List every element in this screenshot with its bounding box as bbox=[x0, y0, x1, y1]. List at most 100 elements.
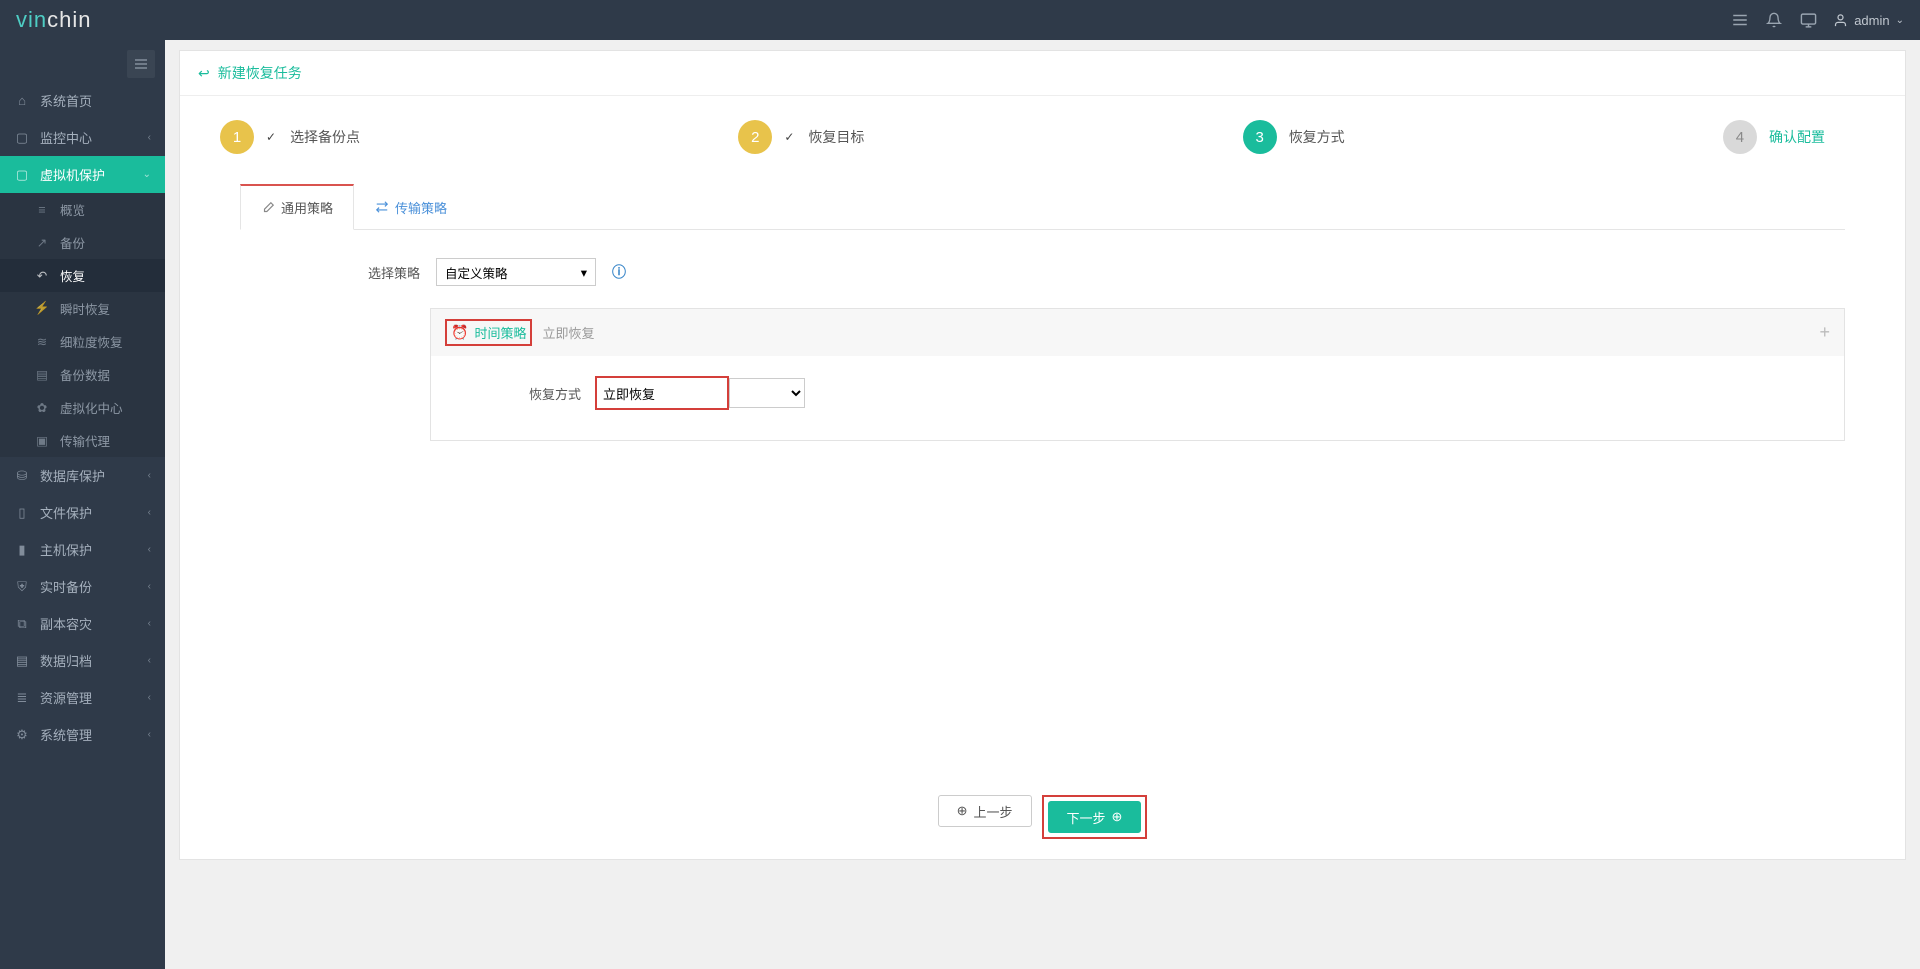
nav-home[interactable]: ⌂系统首页 bbox=[0, 82, 165, 119]
nav-virtcenter[interactable]: ✿虚拟化中心 bbox=[0, 391, 165, 424]
nav-label: 恢复 bbox=[60, 266, 85, 285]
database-icon: ▤ bbox=[34, 367, 50, 382]
shield-icon: ⛨ bbox=[14, 579, 30, 595]
nav-label: 虚拟化中心 bbox=[60, 398, 123, 417]
nav-label: 概览 bbox=[60, 200, 85, 219]
step-label: 恢复目标 bbox=[808, 127, 864, 147]
next-button[interactable]: 下一步 ⊕ bbox=[1048, 801, 1142, 833]
nav-restore[interactable]: ↶ 恢复 bbox=[0, 259, 165, 292]
button-label: 下一步 bbox=[1067, 808, 1106, 827]
logo-part2: chin bbox=[47, 7, 91, 32]
arrow-left-icon: ⊕ bbox=[957, 803, 968, 819]
plus-icon[interactable]: + bbox=[1819, 322, 1830, 343]
policy-tabs: 通用策略 传输策略 bbox=[240, 184, 1845, 230]
nav-archive[interactable]: ▤数据归档‹ bbox=[0, 642, 165, 679]
time-policy-panel: ⏰ 时间策略 立即恢复 + 恢复方式 bbox=[430, 308, 1845, 441]
arrow-right-icon: ⊕ bbox=[1112, 809, 1123, 825]
main-panel: ↩ 新建恢复任务 1 ✓ 选择备份点 2 ✓ 恢复目标 3 恢复方式 bbox=[179, 50, 1906, 860]
label-select-policy: 选择策略 bbox=[360, 263, 420, 282]
chevron-left-icon: ‹ bbox=[148, 729, 151, 740]
clock-icon: ⏰ bbox=[451, 324, 468, 341]
nav-resource[interactable]: ≣资源管理‹ bbox=[0, 679, 165, 716]
nav-label: 主机保护 bbox=[40, 540, 92, 559]
reply-icon: ↩ bbox=[198, 65, 210, 82]
panel-title: ↩ 新建恢复任务 bbox=[180, 51, 1905, 96]
topbar: vinchin admin ⌄ bbox=[0, 0, 1920, 40]
select-policy[interactable]: 自定义策略 ▾ bbox=[436, 258, 596, 286]
undo-icon: ↶ bbox=[34, 268, 50, 283]
nav-label: 资源管理 bbox=[40, 688, 92, 707]
nav-dbprotect[interactable]: ⛁数据库保护‹ bbox=[0, 457, 165, 494]
list-icon[interactable] bbox=[1731, 11, 1749, 29]
accordion-header[interactable]: ⏰ 时间策略 立即恢复 + bbox=[431, 309, 1844, 356]
row-select-policy: 选择策略 自定义策略 ▾ ⓘ bbox=[360, 258, 1845, 286]
step-4[interactable]: 4 确认配置 bbox=[1723, 120, 1825, 154]
restore-method-select[interactable] bbox=[729, 378, 805, 408]
chevron-down-icon: ⌄ bbox=[143, 169, 151, 180]
chevron-down-icon: ⌄ bbox=[1896, 15, 1904, 26]
time-policy-title: 时间策略 bbox=[474, 323, 526, 342]
nav-overview[interactable]: ≡概览 bbox=[0, 193, 165, 226]
edit-icon bbox=[261, 201, 275, 215]
stack-icon: ≣ bbox=[14, 690, 30, 706]
nav-label: 监控中心 bbox=[40, 128, 92, 147]
chevron-left-icon: ‹ bbox=[148, 544, 151, 555]
label-restore-method: 恢复方式 bbox=[451, 384, 581, 403]
nav-granular[interactable]: ≋细粒度恢复 bbox=[0, 325, 165, 358]
nav-system[interactable]: ⚙ 系统管理 ‹ bbox=[0, 716, 165, 753]
step-number: 1 bbox=[220, 120, 254, 154]
nav-instant[interactable]: ⚡瞬时恢复 bbox=[0, 292, 165, 325]
tab-label: 通用策略 bbox=[281, 198, 333, 217]
nav-fileprotect[interactable]: ▯ 文件保护 ‹ bbox=[0, 494, 165, 531]
nav-label: 实时备份 bbox=[40, 577, 92, 596]
logo-part1: vin bbox=[16, 7, 47, 32]
sidebar: ⌂系统首页 ▢ 监控中心 ‹ ▢ 虚拟机保护 ⌄ ≡概览 ↗备份 ↶ 恢复 ⚡瞬时恢复 ≋… bbox=[0, 40, 165, 969]
monitor-icon[interactable] bbox=[1799, 11, 1817, 29]
nav-label: 文件保护 bbox=[40, 503, 92, 522]
step-number: 4 bbox=[1723, 120, 1757, 154]
chevron-left-icon: ‹ bbox=[148, 507, 151, 518]
info-icon[interactable]: ⓘ bbox=[612, 262, 626, 282]
nav-label: 细粒度恢复 bbox=[60, 332, 123, 351]
step-2[interactable]: 2 ✓ 恢复目标 bbox=[738, 120, 864, 154]
nav-label: 虚拟机保护 bbox=[40, 165, 105, 184]
wizard-footer: ⊕ 上一步 下一步 ⊕ bbox=[180, 771, 1905, 859]
check-icon: ✓ bbox=[266, 130, 276, 144]
tab-general[interactable]: 通用策略 bbox=[240, 184, 354, 230]
bolt-icon: ⚡ bbox=[34, 301, 50, 316]
caret-down-icon: ▾ bbox=[581, 265, 587, 280]
user-icon bbox=[1833, 13, 1848, 28]
nav-vmprotect[interactable]: ▢ 虚拟机保护 ⌄ bbox=[0, 156, 165, 193]
page-title-text: 新建恢复任务 bbox=[218, 63, 302, 83]
highlight-time-policy: ⏰ 时间策略 bbox=[445, 319, 532, 346]
tab-transfer[interactable]: 传输策略 bbox=[354, 184, 468, 230]
nav-replica[interactable]: ⧉副本容灾‹ bbox=[0, 605, 165, 642]
nav-realtime[interactable]: ⛨ 实时备份 ‹ bbox=[0, 568, 165, 605]
nav-transagent[interactable]: ▣传输代理 bbox=[0, 424, 165, 457]
step-3[interactable]: 3 恢复方式 bbox=[1243, 120, 1345, 154]
step-1[interactable]: 1 ✓ 选择备份点 bbox=[220, 120, 360, 154]
step-number: 3 bbox=[1243, 120, 1277, 154]
prev-button[interactable]: ⊕ 上一步 bbox=[938, 795, 1032, 827]
server-icon: ▮ bbox=[14, 542, 30, 558]
nav-label: 系统管理 bbox=[40, 725, 92, 744]
doc-icon: ▣ bbox=[34, 433, 50, 448]
restore-method-value[interactable] bbox=[597, 378, 727, 408]
desktop-icon: ▢ bbox=[14, 167, 30, 183]
step-number: 2 bbox=[738, 120, 772, 154]
bell-icon[interactable] bbox=[1765, 11, 1783, 29]
nav-monitor[interactable]: ▢监控中心‹ bbox=[0, 119, 165, 156]
nav-hostprotect[interactable]: ▮ 主机保护 ‹ bbox=[0, 531, 165, 568]
home-icon: ⌂ bbox=[14, 93, 30, 108]
user-menu[interactable]: admin ⌄ bbox=[1833, 13, 1904, 28]
chevron-left-icon: ‹ bbox=[148, 132, 151, 143]
nav-backup[interactable]: ↗备份 bbox=[0, 226, 165, 259]
accordion-body: 恢复方式 bbox=[431, 356, 1844, 440]
cog-icon: ⚙ bbox=[14, 727, 30, 743]
file-icon: ▯ bbox=[14, 505, 30, 521]
chevron-left-icon: ‹ bbox=[148, 581, 151, 592]
nav-backupdata[interactable]: ▤备份数据 bbox=[0, 358, 165, 391]
check-icon: ✓ bbox=[784, 130, 794, 144]
chevron-left-icon: ‹ bbox=[148, 470, 151, 481]
sidebar-toggle[interactable] bbox=[127, 50, 155, 78]
